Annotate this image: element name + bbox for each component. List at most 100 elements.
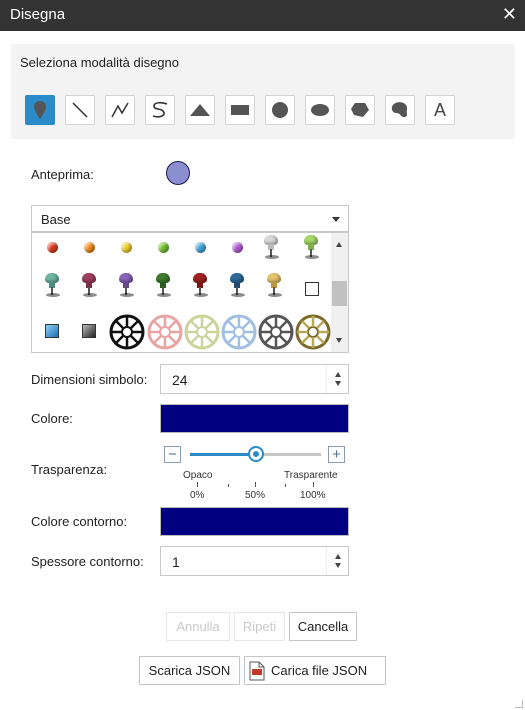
symbol-olive-wheel[interactable] [184,314,220,350]
symbol-size-input[interactable]: 24 [160,364,349,394]
upload-json-label: Carica file JSON [271,663,368,678]
file-icon [249,661,265,680]
increment-icon[interactable] [335,372,341,377]
opaque-label: Opaco [183,470,213,481]
symbol-maroon-pin[interactable] [82,273,97,297]
redo-button[interactable]: Ripeti [234,612,285,641]
draw-mode-label: Seleziona modalità disegno [20,55,179,70]
minus-icon: − [168,446,177,463]
symbol-yellow-dot[interactable] [121,242,132,253]
tick-label-100: 100% [300,490,326,501]
circle-tool-button[interactable] [265,95,295,125]
window-title: Disegna [10,6,66,23]
line-tool-button[interactable] [65,95,95,125]
symbol-purple-dot[interactable] [232,242,243,253]
symbol-pink-wheel[interactable] [147,314,183,350]
polyline-tool-button[interactable] [105,95,135,125]
symbol-khaki-wheel[interactable] [295,314,331,350]
symbol-size-label: Dimensioni simbolo: [31,372,148,387]
symbol-size-value: 24 [172,372,188,388]
symbol-darkred-pin[interactable] [193,273,208,297]
polyline-icon [111,102,129,118]
transparency-label: Trasparenza: [31,462,108,477]
symbol-gallery-scrollbar[interactable] [331,233,348,352]
color-label: Colore: [31,411,73,426]
symbol-darkgreen-pin[interactable] [156,273,171,297]
outline-width-value: 1 [172,554,180,570]
symbol-set-value: Base [41,212,71,227]
transparency-slider-thumb[interactable] [247,446,264,462]
plus-icon: + [332,446,341,463]
symbol-teal-pin[interactable] [45,273,60,297]
outline-width-label: Spessore contorno: [31,554,144,569]
tick-mark [285,484,286,487]
symbol-set-select[interactable]: Base [31,205,349,232]
circle-icon [272,102,288,118]
freehand-polygon-icon [391,102,408,117]
tick-mark [313,482,314,487]
symbol-blue-dot[interactable] [195,242,206,253]
title-bar: Disegna ✕ [0,0,525,31]
symbol-gray-wheel[interactable] [258,314,294,350]
freehand-line-icon [152,101,168,118]
transparency-fill [190,453,256,456]
preview-label: Anteprima: [31,167,94,182]
scroll-up-icon[interactable] [336,242,342,247]
symbol-gold-pin[interactable] [267,273,282,297]
freehand-line-tool-button[interactable] [145,95,175,125]
symbol-lime-pin[interactable] [304,235,319,259]
text-tool-button[interactable]: A [425,95,455,125]
upload-json-button[interactable]: Carica file JSON [244,656,386,685]
symbol-black-wheel[interactable] [109,314,145,350]
symbol-violet-pin[interactable] [119,273,134,297]
tick-label-50: 50% [245,490,266,501]
transparency-decrease-button[interactable]: − [164,446,181,463]
scroll-down-icon[interactable] [336,338,342,343]
chevron-down-icon [332,217,340,222]
symbol-green-dot[interactable] [158,242,169,253]
tick-mark [255,482,256,487]
symbol-orange-dot[interactable] [84,242,95,253]
close-icon[interactable]: ✕ [502,4,517,24]
undo-button[interactable]: Annulla [166,612,230,641]
rectangle-icon [231,105,249,115]
decrement-icon[interactable] [335,563,341,568]
symbol-navy-pin[interactable] [230,273,245,297]
triangle-tool-button[interactable] [185,95,215,125]
point-marker-icon [34,101,46,119]
symbol-black-square[interactable] [82,324,96,338]
point-marker-tool-button[interactable] [25,95,55,125]
resize-handle[interactable] [515,700,523,708]
decrement-icon[interactable] [335,381,341,386]
preview-symbol [166,161,190,185]
freehand-polygon-tool-button[interactable] [385,95,415,125]
symbol-hollow-square[interactable] [305,282,319,296]
symbol-lightblue-wheel[interactable] [221,314,257,350]
color-swatch[interactable] [160,404,349,433]
line-icon [72,102,88,118]
transparent-label: Trasparente [284,470,338,481]
tick-mark [197,482,198,487]
symbol-size-stepper[interactable] [326,365,348,393]
tick-mark [228,484,229,487]
symbol-gallery [31,232,349,353]
clear-button[interactable]: Cancella [289,612,357,641]
outline-width-stepper[interactable] [326,547,348,575]
outline-color-label: Colore contorno: [31,514,128,529]
polygon-tool-button[interactable] [345,95,375,125]
increment-icon[interactable] [335,554,341,559]
scroll-thumb[interactable] [332,281,347,306]
outline-color-swatch[interactable] [160,507,349,536]
ellipse-icon [311,104,329,116]
ellipse-tool-button[interactable] [305,95,335,125]
symbol-white-pin[interactable] [264,235,279,259]
download-json-button[interactable]: Scarica JSON [139,656,240,685]
tick-label-0: 0% [190,490,205,501]
outline-width-input[interactable]: 1 [160,546,349,576]
rectangle-tool-button[interactable] [225,95,255,125]
triangle-icon [190,104,210,116]
symbol-red-dot[interactable] [47,242,58,253]
symbol-blue-square[interactable] [45,324,59,338]
text-icon: A [433,99,446,120]
transparency-increase-button[interactable]: + [328,446,345,463]
